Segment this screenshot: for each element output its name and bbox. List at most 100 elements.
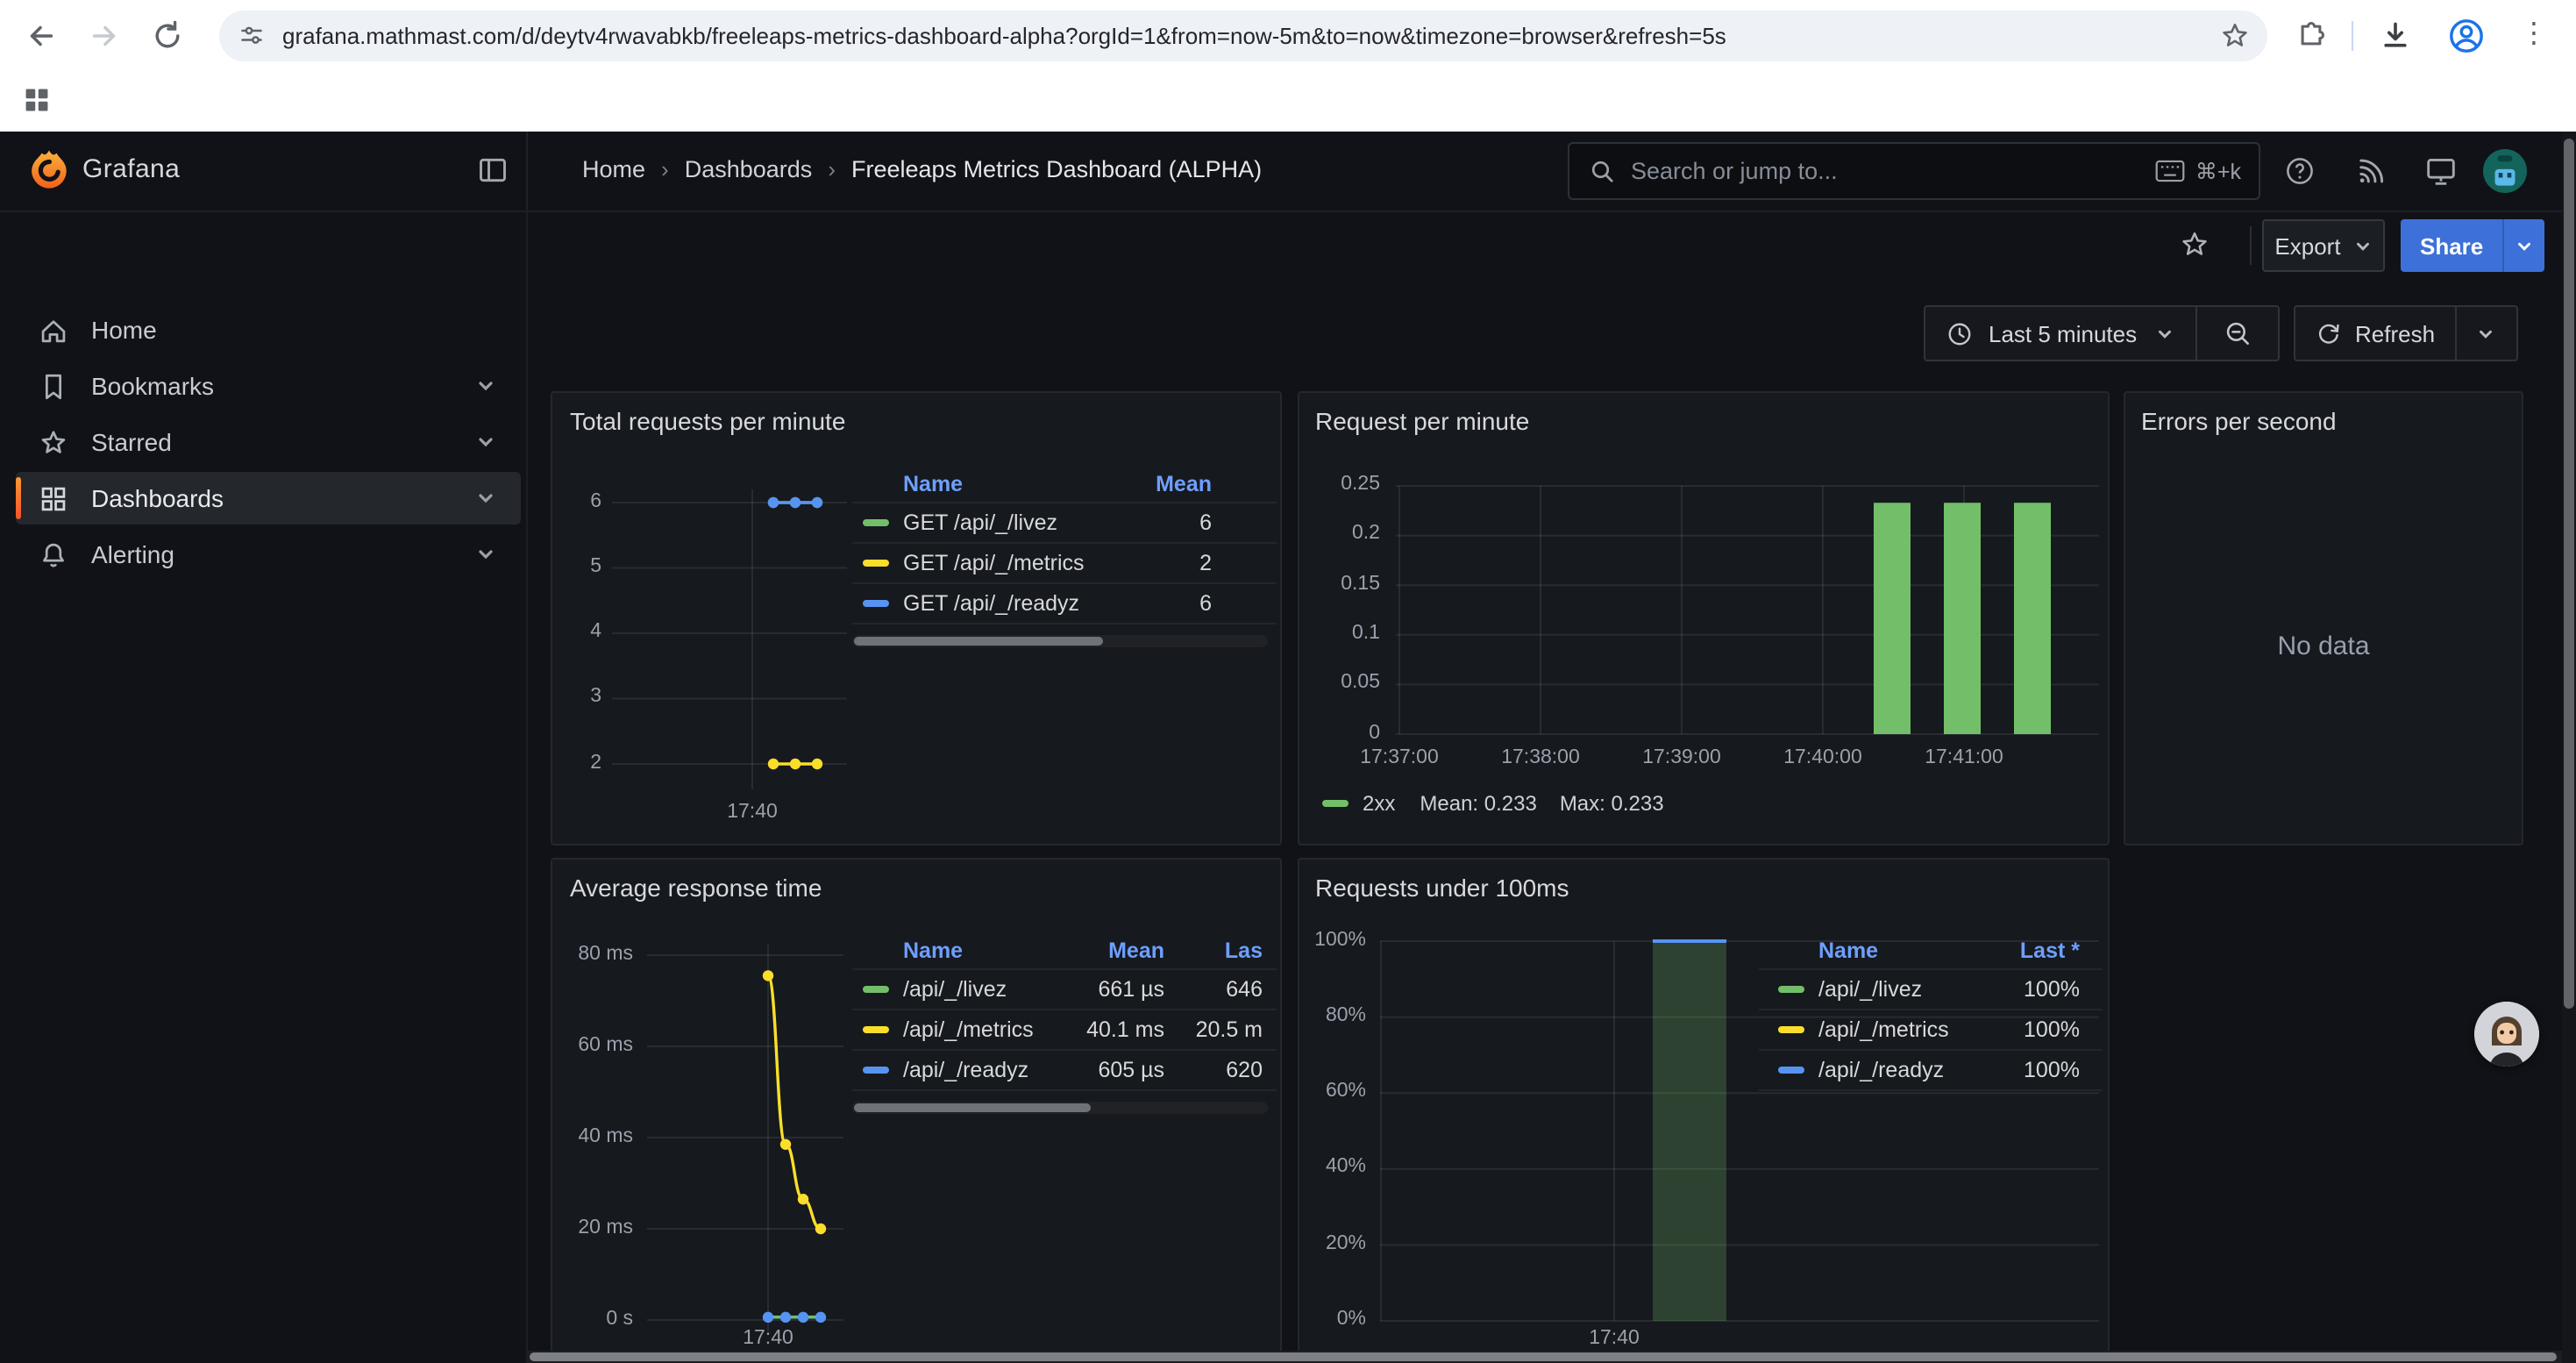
grafana-header: Grafana Home › Dashboards › Freeleaps Me… (0, 132, 2576, 212)
news-icon[interactable] (2355, 156, 2385, 186)
column-header-mean[interactable]: Mean (1056, 938, 1164, 963)
series-value: 100% (1978, 977, 2080, 1002)
search-box[interactable]: Search or jump to... ⌘+k (1568, 142, 2260, 200)
chevron-down-icon[interactable] (475, 375, 496, 396)
breadcrumb-dashboards[interactable]: Dashboards (685, 156, 813, 182)
table-scrollbar[interactable] (852, 635, 1268, 647)
panel-title[interactable]: Errors per second (2141, 407, 2337, 435)
sidebar-item-bookmarks[interactable]: Bookmarks (16, 360, 521, 412)
table-row[interactable]: GET /api/_/livez 6 (852, 503, 1277, 544)
series-name: GET /api/_/readyz (903, 591, 1107, 616)
series-name: /api/_/readyz (1818, 1058, 1978, 1082)
table-row[interactable]: /api/_/readyz 605 µs 620 (852, 1051, 1277, 1091)
column-header-name[interactable]: Name (903, 472, 1107, 496)
series-mean: 40.1 ms (1056, 1017, 1164, 1042)
sidebar-item-label: Alerting (91, 540, 174, 568)
sidebar-item-label: Dashboards (91, 484, 224, 512)
column-header-name[interactable]: Name (1818, 938, 1978, 963)
y-axis-tick: 0.2 (1299, 524, 1380, 545)
back-icon[interactable] (25, 19, 58, 53)
series-last: 646 (1164, 977, 1263, 1002)
forward-icon[interactable] (88, 19, 121, 53)
y-axis-tick: 80% (1303, 1005, 1366, 1026)
refresh-interval-chevron[interactable] (2456, 324, 2516, 343)
breadcrumb-separator: › (645, 156, 685, 182)
series-swatch (863, 986, 889, 994)
series-value: 6 (1107, 510, 1212, 535)
sidebar-item-dashboards[interactable]: Dashboards (16, 472, 521, 525)
y-axis-tick: 6 (556, 490, 601, 511)
sidebar-item-alerting[interactable]: Alerting (16, 528, 521, 581)
column-header-mean[interactable]: Mean (1107, 472, 1212, 496)
sidebar-toggle-icon[interactable] (477, 154, 509, 186)
chart-legend[interactable]: 2xx Mean: 0.233 Max: 0.233 (1322, 791, 1664, 816)
table-row[interactable]: /api/_/metrics 40.1 ms 20.5 m (852, 1010, 1277, 1051)
help-icon[interactable] (2285, 156, 2315, 186)
screen: grafana.mathmast.com/d/deytv4rwavabkb/fr… (0, 0, 2576, 1363)
y-axis-tick: 60% (1303, 1081, 1366, 1102)
legend-mean: Mean: 0.233 (1420, 791, 1536, 816)
table-row[interactable]: /api/_/livez 100% (1759, 970, 2103, 1010)
series-name: /api/_/livez (1818, 977, 1978, 1002)
table-row[interactable]: /api/_/livez 661 µs 646 (852, 970, 1277, 1010)
y-axis-tick: 0.05 (1299, 672, 1380, 693)
series-mean: 661 µs (1056, 977, 1164, 1002)
chevron-down-icon[interactable] (475, 544, 496, 565)
series-last: 620 (1164, 1058, 1263, 1082)
apps-grid-icon[interactable] (23, 86, 51, 114)
sidebar-item-home[interactable]: Home (16, 303, 521, 356)
reload-icon[interactable] (151, 19, 184, 53)
time-range-picker[interactable]: Last 5 minutes (1924, 305, 2280, 361)
extensions-icon[interactable] (2295, 19, 2327, 51)
dashboards-icon (39, 483, 68, 513)
url-text[interactable]: grafana.mathmast.com/d/deytv4rwavabkb/fr… (282, 23, 1726, 49)
table-scrollbar[interactable] (852, 1102, 1268, 1114)
share-chevron[interactable] (2502, 219, 2544, 272)
y-axis-tick: 0% (1303, 1309, 1366, 1330)
bookmark-star-icon[interactable] (2220, 21, 2250, 51)
column-header-last[interactable]: Las (1164, 938, 1263, 963)
sidebar-item-label: Starred (91, 428, 172, 456)
series-swatch (1778, 1026, 1804, 1034)
download-icon[interactable] (2380, 19, 2411, 51)
grafana-logo[interactable] (26, 147, 72, 193)
assistant-avatar[interactable] (2474, 1002, 2539, 1067)
column-header-name[interactable]: Name (903, 938, 1056, 963)
star-button[interactable] (2180, 230, 2210, 260)
breadcrumb-home[interactable]: Home (582, 156, 645, 182)
series-swatch (1778, 986, 1804, 994)
display-icon[interactable] (2425, 156, 2457, 186)
chevron-down-icon[interactable] (475, 432, 496, 453)
sidebar-item-label: Bookmarks (91, 372, 214, 400)
user-avatar[interactable] (2483, 149, 2527, 193)
y-axis-tick: 80 ms (556, 943, 633, 964)
panel-total-requests: Total requests per minute 6 5 4 3 2 17:4… (551, 391, 1282, 846)
zoom-out-button[interactable] (2196, 319, 2278, 347)
share-button[interactable]: Share (2401, 219, 2544, 272)
browser-menu-icon[interactable]: ⋮ (2520, 16, 2548, 51)
search-placeholder: Search or jump to... (1631, 158, 2155, 184)
export-button[interactable]: Export (2262, 219, 2385, 272)
table-row[interactable]: GET /api/_/metrics 2 (852, 544, 1277, 584)
page-scrollbar-vertical[interactable] (2562, 132, 2576, 1363)
breadcrumb-current[interactable]: Freeleaps Metrics Dashboard (ALPHA) (851, 156, 1262, 182)
profile-icon[interactable] (2448, 18, 2485, 54)
series-value: 100% (1978, 1017, 2080, 1042)
bookmarks-bar: Freeleaps 收藏博客 (0, 72, 2576, 133)
panel-under-100ms: Requests under 100ms 100% 80% 60% 40% 20… (1298, 858, 2110, 1363)
series-swatch (1778, 1067, 1804, 1074)
column-header-last[interactable]: Last * (1978, 938, 2080, 963)
series-value: 100% (1978, 1058, 2080, 1082)
brand-name[interactable]: Grafana (82, 154, 180, 184)
table-row[interactable]: GET /api/_/readyz 6 (852, 584, 1277, 624)
legend-series-name: 2xx (1363, 791, 1395, 816)
chevron-down-icon[interactable] (475, 488, 496, 509)
refresh-button[interactable]: Refresh (2294, 305, 2518, 361)
table-row[interactable]: /api/_/readyz 100% (1759, 1051, 2103, 1091)
sidebar-item-starred[interactable]: Starred (16, 416, 521, 468)
table-row[interactable]: /api/_/metrics 100% (1759, 1010, 2103, 1051)
legend-max: Max: 0.233 (1560, 791, 1664, 816)
page-scrollbar-horizontal[interactable] (526, 1351, 2562, 1363)
tune-icon[interactable] (238, 23, 265, 49)
url-bar[interactable]: grafana.mathmast.com/d/deytv4rwavabkb/fr… (219, 11, 2267, 61)
